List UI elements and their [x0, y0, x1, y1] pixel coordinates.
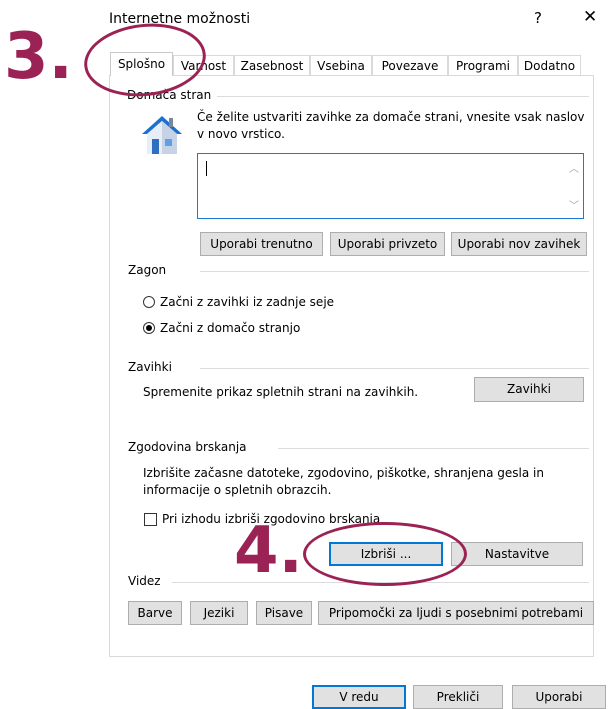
tab-connections[interactable]: Povezave	[372, 55, 448, 75]
homepage-url-textarea[interactable]: ︿ ﹀	[197, 153, 584, 219]
tabs-settings-button[interactable]: Zavihki	[474, 377, 584, 402]
use-new-tab-button[interactable]: Uporabi nov zavihek	[451, 232, 587, 256]
left-background	[0, 0, 100, 706]
startup-radio-homepage[interactable]	[143, 322, 155, 334]
home-icon	[142, 116, 182, 154]
homepage-divider	[198, 96, 589, 97]
tabs-divider	[200, 368, 589, 369]
colors-button[interactable]: Barve	[128, 601, 182, 625]
history-divider	[278, 448, 589, 449]
use-current-button[interactable]: Uporabi trenutno	[200, 232, 323, 256]
step-4-marker: 4.	[234, 514, 303, 588]
step-3-marker: 3.	[4, 20, 73, 94]
history-description: Izbrišite začasne datoteke, zgodovino, p…	[143, 466, 544, 497]
startup-radio-last-session[interactable]	[143, 296, 155, 308]
fonts-button[interactable]: Pisave	[256, 601, 312, 625]
homepage-description: Če želite ustvariti zavihke za domače st…	[197, 110, 585, 141]
tabs-description: Spremenite prikaz spletnih strani na zav…	[143, 385, 419, 399]
step-4-highlight-circle	[303, 522, 467, 586]
window-title: Internetne možnosti	[109, 11, 251, 27]
text-caret	[206, 161, 207, 176]
history-group-label: Zgodovina brskanja	[128, 440, 253, 454]
apply-button[interactable]: Uporabi	[512, 685, 606, 709]
delete-on-exit-checkbox[interactable]	[144, 513, 157, 526]
scroll-up-icon[interactable]: ︿	[569, 160, 579, 175]
scroll-down-icon[interactable]: ﹀	[569, 197, 579, 212]
textarea-scrollbar[interactable]: ︿ ﹀	[566, 154, 583, 218]
tab-content[interactable]: Vsebina	[310, 55, 372, 75]
tab-programs[interactable]: Programi	[448, 55, 518, 75]
startup-divider	[200, 271, 589, 272]
startup-option-homepage: Začni z domačo stranjo	[160, 321, 301, 335]
languages-button[interactable]: Jeziki	[190, 601, 248, 625]
close-icon[interactable]: ✕	[583, 7, 597, 27]
history-settings-button[interactable]: Nastavitve	[451, 542, 583, 566]
tab-privacy[interactable]: Zasebnost	[234, 55, 310, 75]
appearance-group-label: Videz	[128, 574, 167, 588]
startup-group-label: Zagon	[128, 263, 173, 277]
help-icon[interactable]: ?	[534, 9, 542, 27]
ok-button[interactable]: V redu	[312, 685, 406, 709]
cancel-button[interactable]: Prekliči	[413, 685, 503, 709]
use-default-button[interactable]: Uporabi privzeto	[330, 232, 445, 256]
startup-option-last-session: Začni z zavihki iz zadnje seje	[160, 295, 335, 309]
tab-advanced[interactable]: Dodatno	[518, 55, 581, 75]
tab-general[interactable]: Splošno	[110, 52, 173, 76]
tabs-group-label: Zavihki	[128, 360, 178, 374]
accessibility-button[interactable]: Pripomočki za ljudi s posebnimi potrebam…	[318, 601, 594, 625]
